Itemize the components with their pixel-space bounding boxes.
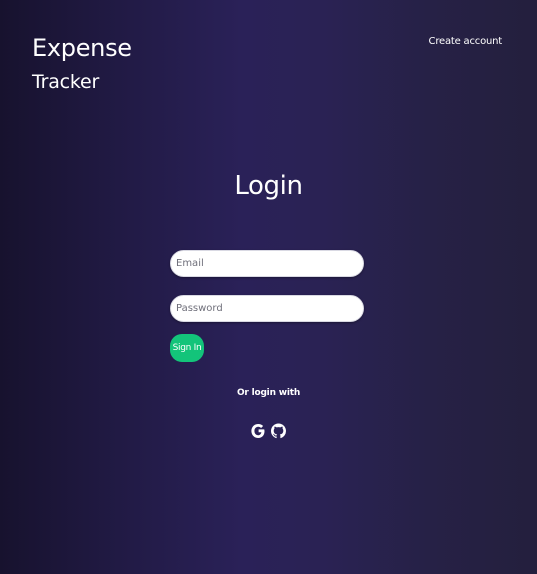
password-field[interactable] bbox=[170, 295, 364, 322]
email-field[interactable] bbox=[170, 250, 364, 277]
google-login-button[interactable] bbox=[250, 420, 266, 442]
app-name-line1: Expense bbox=[32, 34, 132, 62]
page-title: Login bbox=[234, 171, 303, 201]
github-icon bbox=[270, 423, 286, 439]
social-login-prompt: Or login with bbox=[236, 388, 301, 398]
app-logo: Expense Tracker bbox=[32, 36, 132, 92]
create-account-link[interactable]: Create account bbox=[429, 36, 503, 47]
sign-in-button[interactable]: Sign In bbox=[170, 334, 204, 362]
app-name-line2: Tracker bbox=[32, 71, 100, 93]
social-login-buttons bbox=[250, 420, 286, 442]
github-login-button[interactable] bbox=[270, 420, 286, 442]
google-icon bbox=[250, 424, 264, 438]
